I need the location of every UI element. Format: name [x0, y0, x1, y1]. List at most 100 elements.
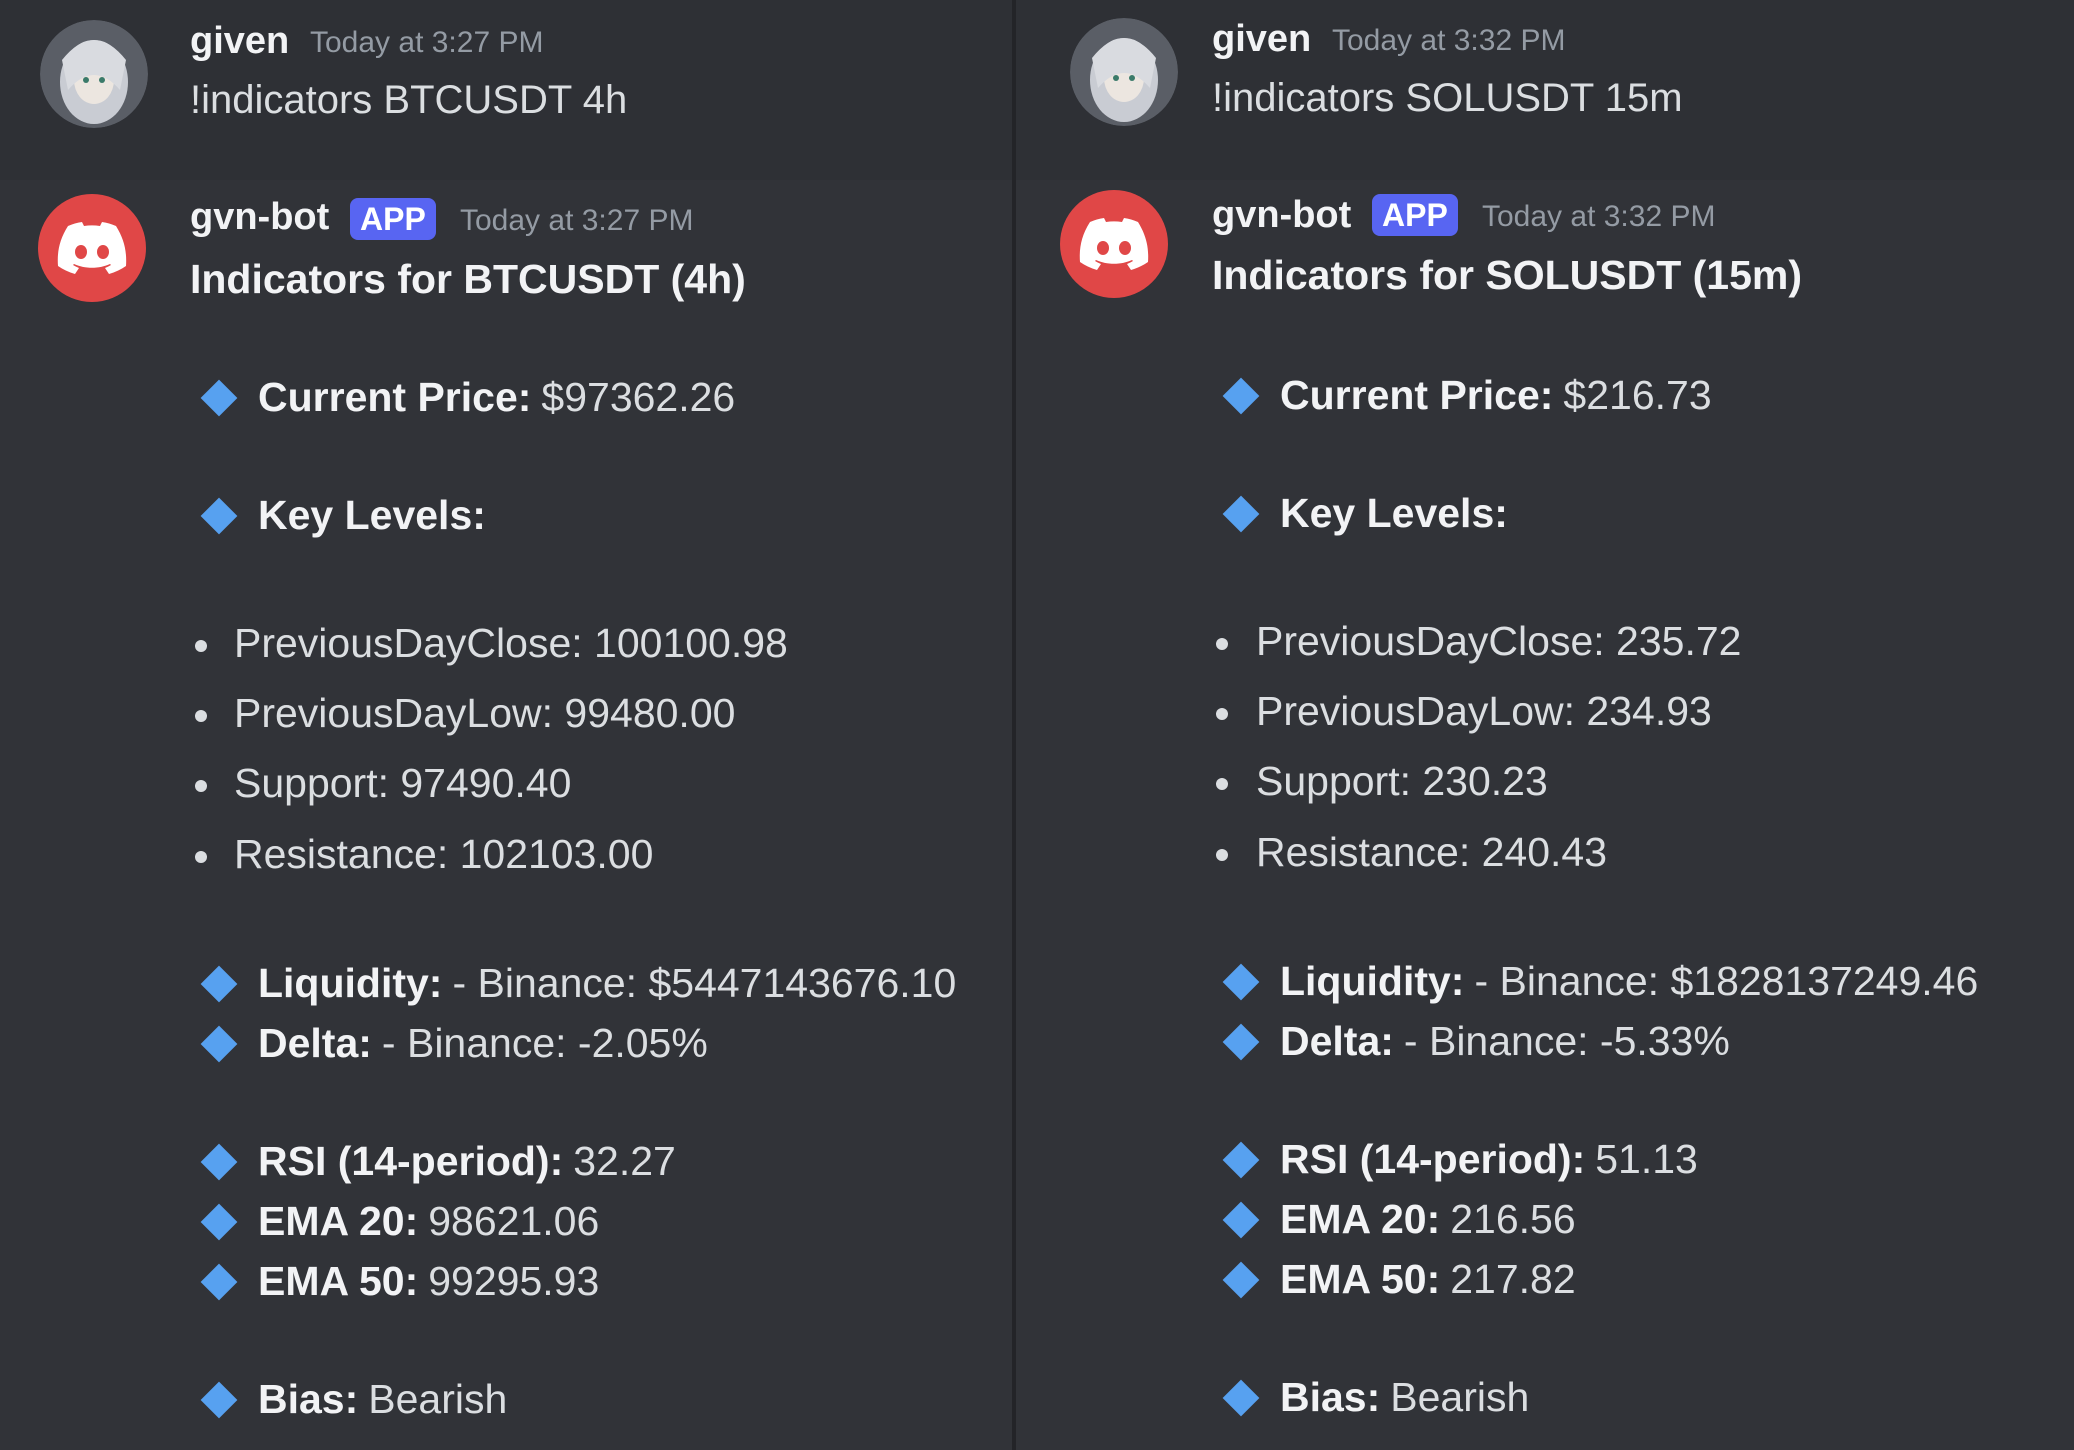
- message-timestamp: Today at 3:27 PM: [310, 26, 544, 59]
- delta-row: Delta: - Binance: -2.05%: [200, 1020, 708, 1067]
- diamond-icon: [1222, 963, 1260, 1000]
- current-price-label: Current Price:: [258, 374, 532, 420]
- key-levels-row: Key Levels:: [1222, 490, 1518, 537]
- diamond-icon: [200, 965, 238, 1002]
- key-levels-label: Key Levels:: [258, 492, 486, 538]
- username[interactable]: given: [1212, 18, 1311, 61]
- user-avatar[interactable]: [1070, 18, 1178, 126]
- delta-value: - Binance: -5.33%: [1403, 1018, 1730, 1064]
- bias-value: Bearish: [1390, 1374, 1530, 1420]
- bias-row: Bias: Bearish: [1222, 1374, 1530, 1421]
- message-timestamp: Today at 3:32 PM: [1482, 200, 1716, 233]
- liquidity-row: Liquidity: - Binance: $1828137249.46: [1222, 958, 1979, 1005]
- level-item: PreviousDayLow: 99480.00: [234, 690, 736, 736]
- chat-panel-left: given Today at 3:27 PM !indicators BTCUS…: [0, 0, 1012, 1450]
- embed-title: Indicators for BTCUSDT (4h): [190, 256, 746, 302]
- message-text: !indicators BTCUSDT 4h: [190, 78, 628, 122]
- bullet-icon: [195, 851, 207, 863]
- discord-logo-icon: [1079, 218, 1149, 270]
- level-item: PreviousDayClose: 100100.98: [234, 620, 788, 666]
- current-price-row: Current Price: $97362.26: [200, 374, 736, 421]
- level-item: PreviousDayLow: 234.93: [1256, 688, 1712, 734]
- diamond-icon: [200, 1025, 238, 1062]
- diamond-icon: [200, 1263, 238, 1300]
- ema50-row: EMA 50: 217.82: [1222, 1256, 1576, 1303]
- current-price-value: $97362.26: [541, 374, 736, 420]
- diamond-icon: [200, 497, 238, 534]
- embed-title: Indicators for SOLUSDT (15m): [1212, 252, 1803, 298]
- delta-row: Delta: - Binance: -5.33%: [1222, 1018, 1730, 1065]
- bullet-icon: [195, 640, 207, 652]
- diamond-icon: [1222, 1141, 1260, 1178]
- diamond-icon: [1222, 1261, 1260, 1298]
- key-levels-row: Key Levels:: [200, 492, 496, 539]
- diamond-icon: [200, 1381, 238, 1418]
- ema50-value: 217.82: [1450, 1256, 1576, 1302]
- ema20-label: EMA 20:: [258, 1198, 419, 1244]
- username[interactable]: given: [190, 20, 289, 63]
- diamond-icon: [1222, 1379, 1260, 1416]
- diamond-icon: [1222, 1201, 1260, 1238]
- discord-logo-icon: [57, 222, 127, 274]
- current-price-label: Current Price:: [1280, 372, 1554, 418]
- rsi-label: RSI (14-period):: [1280, 1136, 1586, 1182]
- rsi-label: RSI (14-period):: [258, 1138, 564, 1184]
- bullet-icon: [1216, 708, 1228, 720]
- liquidity-label: Liquidity:: [258, 960, 443, 1006]
- liquidity-value: - Binance: $1828137249.46: [1474, 958, 1979, 1004]
- bullet-icon: [1216, 849, 1228, 861]
- bias-value: Bearish: [368, 1376, 508, 1422]
- diamond-icon: [1222, 377, 1260, 414]
- key-levels-label: Key Levels:: [1280, 490, 1508, 536]
- app-badge: APP: [1372, 194, 1458, 236]
- bot-avatar[interactable]: [38, 194, 146, 302]
- ema50-row: EMA 50: 99295.93: [200, 1258, 600, 1305]
- ema20-label: EMA 20:: [1280, 1196, 1441, 1242]
- level-item: Resistance: 240.43: [1256, 829, 1608, 875]
- user-message: given Today at 3:32 PM !indicators SOLUS…: [1016, 0, 2074, 180]
- bias-label: Bias:: [1280, 1374, 1381, 1420]
- diamond-icon: [200, 1143, 238, 1180]
- bullet-icon: [1216, 638, 1228, 650]
- ema20-value: 216.56: [1450, 1196, 1576, 1242]
- liquidity-value: - Binance: $5447143676.10: [452, 960, 957, 1006]
- level-item: Resistance: 102103.00: [234, 831, 654, 877]
- bullet-icon: [1216, 778, 1228, 790]
- delta-label: Delta:: [258, 1020, 372, 1066]
- delta-label: Delta:: [1280, 1018, 1394, 1064]
- diamond-icon: [1222, 1023, 1260, 1060]
- message-timestamp: Today at 3:32 PM: [1332, 24, 1566, 57]
- ema20-value: 98621.06: [428, 1198, 600, 1244]
- ema50-label: EMA 50:: [1280, 1256, 1441, 1302]
- rsi-row: RSI (14-period): 51.13: [1222, 1136, 1698, 1183]
- delta-value: - Binance: -2.05%: [381, 1020, 708, 1066]
- message-text: !indicators SOLUSDT 15m: [1212, 76, 1683, 120]
- bullet-icon: [195, 710, 207, 722]
- bot-avatar[interactable]: [1060, 190, 1168, 298]
- rsi-value: 51.13: [1595, 1136, 1698, 1182]
- rsi-value: 32.27: [573, 1138, 676, 1184]
- rsi-row: RSI (14-period): 32.27: [200, 1138, 676, 1185]
- diamond-icon: [1222, 495, 1260, 532]
- current-price-row: Current Price: $216.73: [1222, 372, 1712, 419]
- level-item: PreviousDayClose: 235.72: [1256, 618, 1742, 664]
- bias-label: Bias:: [258, 1376, 359, 1422]
- bot-name[interactable]: gvn-bot: [1212, 194, 1351, 237]
- diamond-icon: [200, 379, 238, 416]
- liquidity-row: Liquidity: - Binance: $5447143676.10: [200, 960, 957, 1007]
- bullet-icon: [195, 780, 207, 792]
- bias-row: Bias: Bearish: [200, 1376, 508, 1423]
- app-badge: APP: [350, 198, 436, 240]
- user-avatar[interactable]: [40, 20, 148, 128]
- current-price-value: $216.73: [1563, 372, 1712, 418]
- liquidity-label: Liquidity:: [1280, 958, 1465, 1004]
- user-message: given Today at 3:27 PM !indicators BTCUS…: [0, 0, 1012, 180]
- bot-name[interactable]: gvn-bot: [190, 196, 329, 239]
- level-item: Support: 230.23: [1256, 758, 1548, 804]
- level-item: Support: 97490.40: [234, 760, 572, 806]
- chat-panel-right: given Today at 3:32 PM !indicators SOLUS…: [1016, 0, 2074, 1450]
- ema50-value: 99295.93: [428, 1258, 600, 1304]
- ema20-row: EMA 20: 216.56: [1222, 1196, 1576, 1243]
- ema50-label: EMA 50:: [258, 1258, 419, 1304]
- message-timestamp: Today at 3:27 PM: [460, 204, 694, 237]
